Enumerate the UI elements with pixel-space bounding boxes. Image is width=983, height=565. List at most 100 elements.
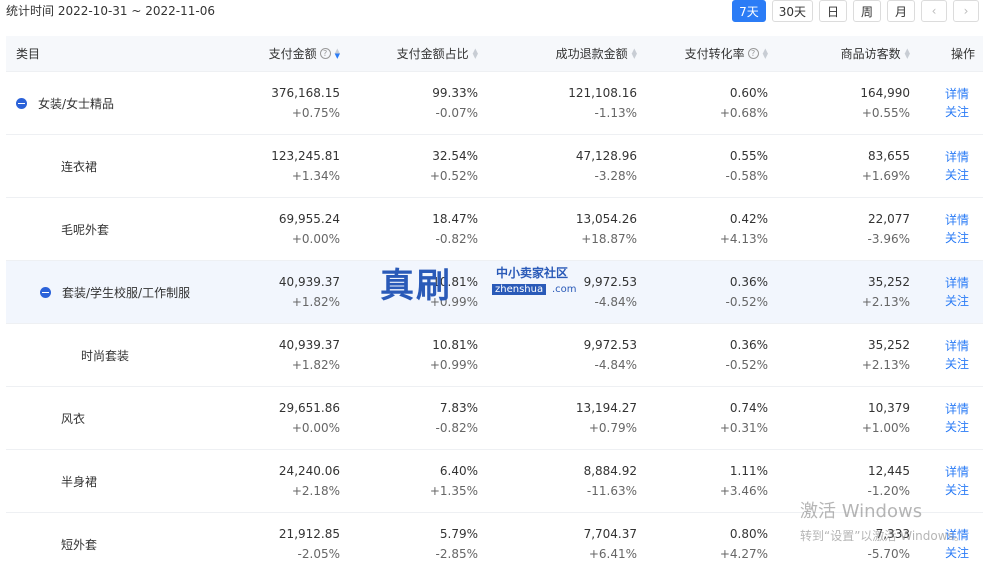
follow-link[interactable]: 关注: [945, 229, 969, 247]
sort-icon[interactable]: ▲ ▼: [763, 47, 768, 59]
pay-amount-cell: 21,912.85 -2.05%: [278, 527, 340, 561]
header-conversion[interactable]: 支付转化率 ? ▲ ▼: [646, 36, 768, 71]
refund-cell: 9,972.53 -4.84%: [583, 338, 637, 372]
follow-link[interactable]: 关注: [945, 103, 969, 121]
conversion-cell: 1.11% +3.46%: [719, 464, 768, 498]
collapse-icon[interactable]: [16, 97, 27, 109]
ops-cell: 详情 关注: [945, 135, 981, 197]
follow-link[interactable]: 关注: [945, 292, 969, 310]
pay-share-cell: 5.79% -2.85%: [435, 527, 478, 561]
table-row: 女装/女士精品 376,168.15 +0.75% 99.33% -0.07% 12…: [6, 72, 983, 135]
detail-link[interactable]: 详情: [945, 274, 969, 292]
help-icon[interactable]: ?: [747, 48, 759, 59]
ops-cell: 详情 关注: [945, 513, 981, 565]
detail-link[interactable]: 详情: [945, 400, 969, 418]
category-name: 风衣: [61, 411, 86, 426]
category-name: 短外套: [61, 537, 98, 552]
pay-share-cell: 10.81% +0.99%: [429, 338, 478, 372]
category-name: 连衣裙: [61, 159, 98, 174]
table-row: 毛呢外套 69,955.24 +0.00% 18.47% -0.82% 13,054…: [6, 198, 983, 261]
header-pay-share[interactable]: 支付金额占比 ▲ ▼: [346, 36, 478, 71]
follow-link[interactable]: 关注: [945, 355, 969, 373]
pay-amount-cell: 24,240.06 +2.18%: [278, 464, 340, 498]
detail-link[interactable]: 详情: [945, 463, 969, 481]
refund-cell: 13,194.27 +0.79%: [575, 401, 637, 435]
refund-cell: 9,972.53 -4.84%: [583, 275, 637, 309]
table-row: 短外套 21,912.85 -2.05% 5.79% -2.85% 7,704.37…: [6, 513, 983, 565]
conversion-cell: 0.36% -0.52%: [725, 275, 768, 309]
follow-link[interactable]: 关注: [945, 418, 969, 436]
pay-amount-cell: 123,245.81 +1.34%: [271, 149, 340, 183]
pay-share-cell: 6.40% +1.35%: [429, 464, 478, 498]
category-name: 半身裙: [61, 474, 98, 489]
header-pay-amount[interactable]: 支付金额 ? ▲ ▼: [206, 36, 340, 71]
range-buttons: 7天 30天 日 周 月 ‹ ›: [732, 0, 979, 22]
range-30d-button[interactable]: 30天: [771, 0, 813, 22]
pay-amount-cell: 40,939.37 +1.82%: [278, 275, 340, 309]
table-row: 风衣 29,651.86 +0.00% 7.83% -0.82% 13,194.27…: [6, 387, 983, 450]
ops-cell: 详情 关注: [945, 324, 981, 386]
refund-cell: 47,128.96 -3.28%: [575, 149, 637, 183]
category-table: 类目 支付金额 ? ▲ ▼ 支付金额占比 ▲ ▼ 成功退款金额 ▲ ▼ 支付转化率 ?…: [6, 36, 983, 565]
sort-icon[interactable]: ▲ ▼: [905, 47, 910, 59]
visitors-cell: 7,333 -5.70%: [867, 527, 910, 561]
next-period-button[interactable]: ›: [953, 0, 979, 22]
table-row: 套装/学生校服/工作制服 40,939.37 +1.82% 10.81% +0.99…: [6, 261, 983, 324]
ops-cell: 详情 关注: [945, 387, 981, 449]
table-row: 连衣裙 123,245.81 +1.34% 32.54% +0.52% 47,128…: [6, 135, 983, 198]
detail-link[interactable]: 详情: [945, 526, 969, 544]
collapse-icon[interactable]: [40, 286, 51, 298]
visitors-cell: 35,252 +2.13%: [861, 338, 910, 372]
refund-cell: 13,054.26 +18.87%: [575, 212, 637, 246]
ops-cell: 详情 关注: [945, 198, 981, 260]
pay-amount-cell: 376,168.15 +0.75%: [271, 86, 340, 120]
refund-cell: 8,884.92 -11.63%: [583, 464, 637, 498]
refund-cell: 121,108.16 -1.13%: [568, 86, 637, 120]
header-ops: 操作: [950, 47, 975, 61]
pay-amount-cell: 29,651.86 +0.00%: [278, 401, 340, 435]
category-name: 毛呢外套: [61, 222, 110, 237]
header-refund[interactable]: 成功退款金额 ▲ ▼: [486, 36, 637, 71]
conversion-cell: 0.42% +4.13%: [719, 212, 768, 246]
pay-amount-cell: 69,955.24 +0.00%: [278, 212, 340, 246]
follow-link[interactable]: 关注: [945, 166, 969, 184]
prev-period-button[interactable]: ‹: [921, 0, 947, 22]
sort-icon[interactable]: ▲ ▼: [335, 47, 340, 59]
detail-link[interactable]: 详情: [945, 211, 969, 229]
detail-link[interactable]: 详情: [945, 148, 969, 166]
ops-cell: 详情 关注: [945, 450, 981, 512]
sort-icon[interactable]: ▲ ▼: [632, 47, 637, 59]
conversion-cell: 0.80% +4.27%: [719, 527, 768, 561]
visitors-cell: 12,445 -1.20%: [867, 464, 910, 498]
follow-link[interactable]: 关注: [945, 544, 969, 562]
conversion-cell: 0.36% -0.52%: [725, 338, 768, 372]
top-bar: 统计时间 2022-10-31 ~ 2022-11-06 7天 30天 日 周 …: [0, 0, 983, 36]
pay-share-cell: 32.54% +0.52%: [429, 149, 478, 183]
visitors-cell: 22,077 -3.96%: [867, 212, 910, 246]
follow-link[interactable]: 关注: [945, 481, 969, 499]
refund-cell: 7,704.37 +6.41%: [583, 527, 637, 561]
header-visitors[interactable]: 商品访客数 ▲ ▼: [776, 36, 910, 71]
range-week-button[interactable]: 周: [853, 0, 881, 22]
category-name: 套装/学生校服/工作制服: [62, 285, 191, 300]
conversion-cell: 0.55% -0.58%: [725, 149, 768, 183]
range-day-button[interactable]: 日: [819, 0, 847, 22]
table-header: 类目 支付金额 ? ▲ ▼ 支付金额占比 ▲ ▼ 成功退款金额 ▲ ▼ 支付转化率 ?…: [6, 36, 983, 72]
range-month-button[interactable]: 月: [887, 0, 915, 22]
help-icon[interactable]: ?: [319, 48, 331, 59]
table-row: 半身裙 24,240.06 +2.18% 6.40% +1.35% 8,884.92…: [6, 450, 983, 513]
sort-icon[interactable]: ▲ ▼: [473, 47, 478, 59]
range-7d-button[interactable]: 7天: [732, 0, 766, 22]
visitors-cell: 35,252 +2.13%: [861, 275, 910, 309]
pay-amount-cell: 40,939.37 +1.82%: [278, 338, 340, 372]
ops-cell: 详情 关注: [945, 72, 981, 134]
detail-link[interactable]: 详情: [945, 337, 969, 355]
pay-share-cell: 18.47% -0.82%: [432, 212, 478, 246]
date-range: 统计时间 2022-10-31 ~ 2022-11-06: [6, 4, 215, 18]
pay-share-cell: 7.83% -0.82%: [435, 401, 478, 435]
detail-link[interactable]: 详情: [945, 85, 969, 103]
pay-share-cell: 99.33% -0.07%: [432, 86, 478, 120]
visitors-cell: 83,655 +1.69%: [861, 149, 910, 183]
category-name: 女装/女士精品: [38, 96, 115, 111]
category-name: 时尚套装: [81, 348, 130, 363]
